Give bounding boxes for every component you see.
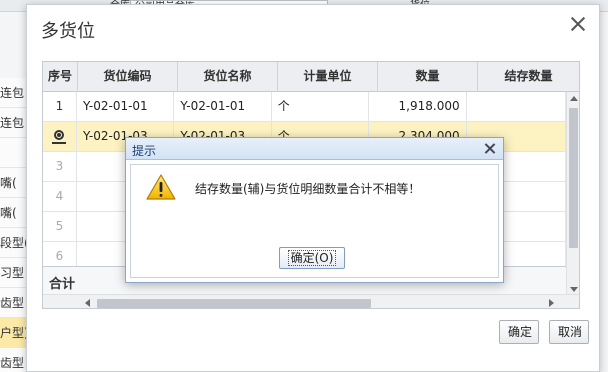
background-row[interactable]: 户型) (0, 318, 28, 348)
row-index: 5 (43, 212, 77, 242)
background-row[interactable]: 嘴( (0, 168, 28, 198)
cell-name[interactable]: Y-02-01-01 (174, 92, 272, 122)
alert-body: 结存数量(辅)与货位明细数量合计不相等！ 确定(O) (130, 164, 499, 278)
table-row[interactable]: 1 Y-02-01-01 Y-02-01-01 个 1,918.000 (43, 92, 566, 122)
dialog-title: 多货位 (41, 21, 95, 42)
column-header-unit[interactable]: 计量单位 (278, 62, 378, 92)
confirm-button[interactable]: 确定 (499, 320, 539, 344)
scroll-left-icon[interactable] (85, 299, 90, 307)
row-edit-cell[interactable] (43, 122, 77, 152)
total-label: 合计 (49, 277, 76, 292)
background-row[interactable] (0, 138, 28, 168)
column-header-name[interactable]: 货位名称 (178, 62, 278, 92)
cancel-button[interactable]: 取消 (549, 320, 589, 344)
vertical-scrollbar[interactable] (566, 92, 579, 296)
row-index: 3 (43, 152, 77, 182)
vertical-scroll-thumb[interactable] (569, 108, 578, 248)
cell-stock[interactable] (467, 92, 566, 122)
scroll-up-icon[interactable] (570, 96, 578, 101)
alert-titlebar[interactable]: 提示 (126, 138, 503, 160)
warning-icon (146, 174, 176, 200)
column-header-quantity[interactable]: 数量 (378, 62, 478, 92)
background-row-list: 连包 连包 嘴( 嘴( 段型( 习型 齿型 户型) 齿型 (0, 78, 28, 372)
background-row[interactable]: 齿型 (0, 288, 28, 318)
background-row[interactable]: 连包 (0, 78, 28, 108)
background-row[interactable]: 段型( (0, 228, 28, 258)
background-row[interactable]: 嘴( (0, 198, 28, 228)
cell-code[interactable]: Y-02-01-01 (77, 92, 175, 122)
alert-dialog: 提示 结存数量(辅)与货位明细数量合计不相等！ 确定(O) (125, 137, 504, 283)
column-header-code[interactable]: 货位编码 (78, 62, 178, 92)
alert-ok-label: 确定(O) (287, 250, 337, 266)
alert-ok-button[interactable]: 确定(O) (279, 247, 345, 269)
horizontal-scrollbar[interactable] (43, 294, 579, 308)
column-header-index[interactable]: 序号 (43, 62, 78, 92)
alert-title: 提示 (132, 144, 157, 158)
close-icon[interactable] (484, 143, 495, 154)
background-row[interactable]: 习型 (0, 258, 28, 288)
row-index: 4 (43, 182, 77, 212)
scroll-right-icon[interactable] (549, 299, 554, 307)
column-header-stock[interactable]: 结存数量 (478, 62, 579, 92)
row-index: 1 (43, 92, 77, 122)
cell-unit[interactable]: 个 (272, 92, 370, 122)
scroll-down-icon[interactable] (570, 287, 578, 292)
gear-icon[interactable] (51, 128, 67, 144)
cell-quantity[interactable]: 1,918.000 (369, 92, 467, 122)
background-row[interactable]: 连包 (0, 108, 28, 138)
horizontal-scroll-thumb[interactable] (97, 299, 371, 308)
close-icon[interactable] (569, 15, 587, 33)
background-row[interactable]: 齿型 (0, 348, 28, 372)
grid-header: 序号 货位编码 货位名称 计量单位 数量 结存数量 (43, 62, 579, 92)
alert-message: 结存数量(辅)与货位明细数量合计不相等！ (195, 182, 421, 196)
